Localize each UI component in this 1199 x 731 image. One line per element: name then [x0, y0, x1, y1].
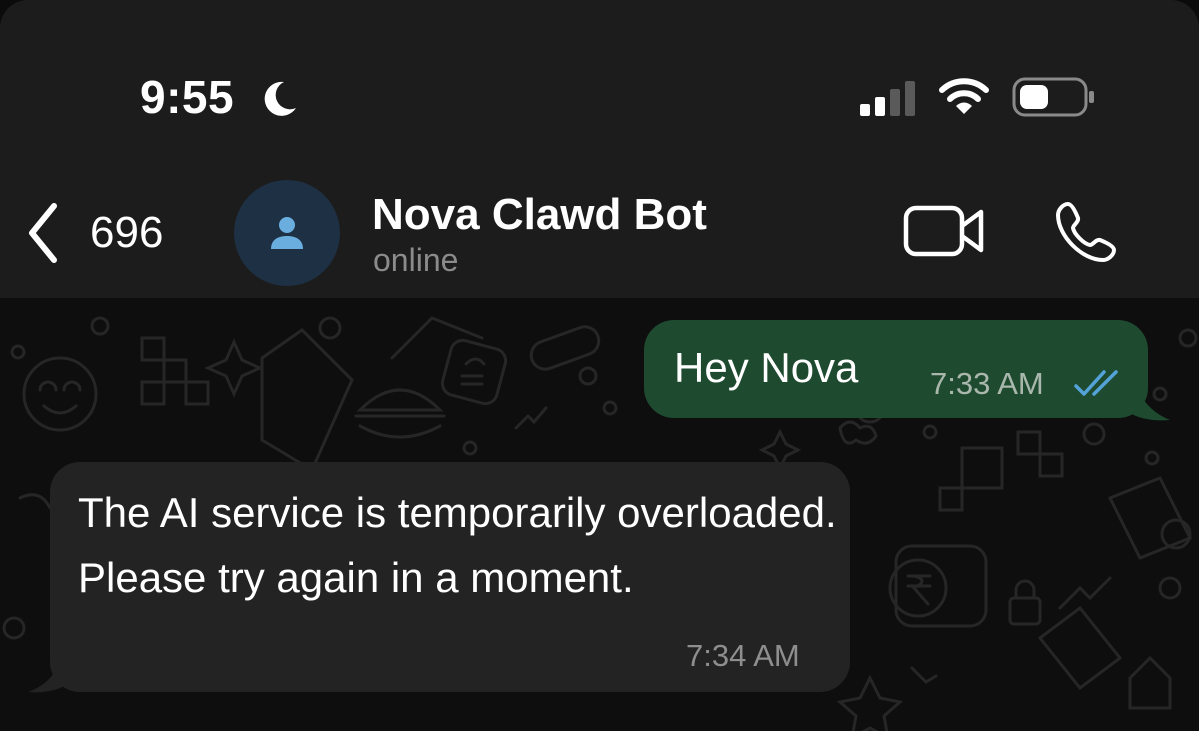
avatar[interactable]	[234, 180, 340, 286]
top-bar: 9:55 696 Nova Clawd Bot online	[0, 0, 1199, 298]
contact-status: online	[373, 242, 459, 278]
contact-name[interactable]: Nova Clawd Bot	[372, 190, 707, 240]
wifi-icon	[939, 78, 989, 114]
incoming-message[interactable]: The AI service is temporarily overloaded…	[50, 462, 850, 692]
video-call-icon[interactable]	[903, 202, 985, 260]
person-icon	[271, 217, 303, 249]
battery-icon	[1012, 77, 1094, 117]
message-time: 7:33 AM	[930, 366, 1044, 401]
message-time: 7:34 AM	[686, 638, 800, 673]
chat-area[interactable]: Hey Nova 7:33 AM The AI service is tempo…	[0, 298, 1199, 731]
back-unread-count[interactable]: 696	[90, 208, 163, 258]
incoming-bubble-tail	[28, 666, 68, 693]
outgoing-bubble-tail	[1128, 394, 1170, 421]
phone-icon[interactable]	[1054, 200, 1118, 264]
outgoing-message[interactable]: Hey Nova 7:33 AM	[644, 320, 1148, 418]
double-check-icon	[1074, 370, 1118, 396]
back-chevron-icon[interactable]	[24, 200, 64, 266]
moon-icon	[264, 81, 296, 116]
signal-icon	[860, 81, 915, 116]
chat-screen: 9:55 696 Nova Clawd Bot online Hey Nova …	[0, 0, 1199, 731]
status-time: 9:55	[140, 71, 235, 123]
message-text: The AI service is temporarily overloaded…	[78, 489, 837, 601]
message-text: Hey Nova	[674, 344, 859, 391]
